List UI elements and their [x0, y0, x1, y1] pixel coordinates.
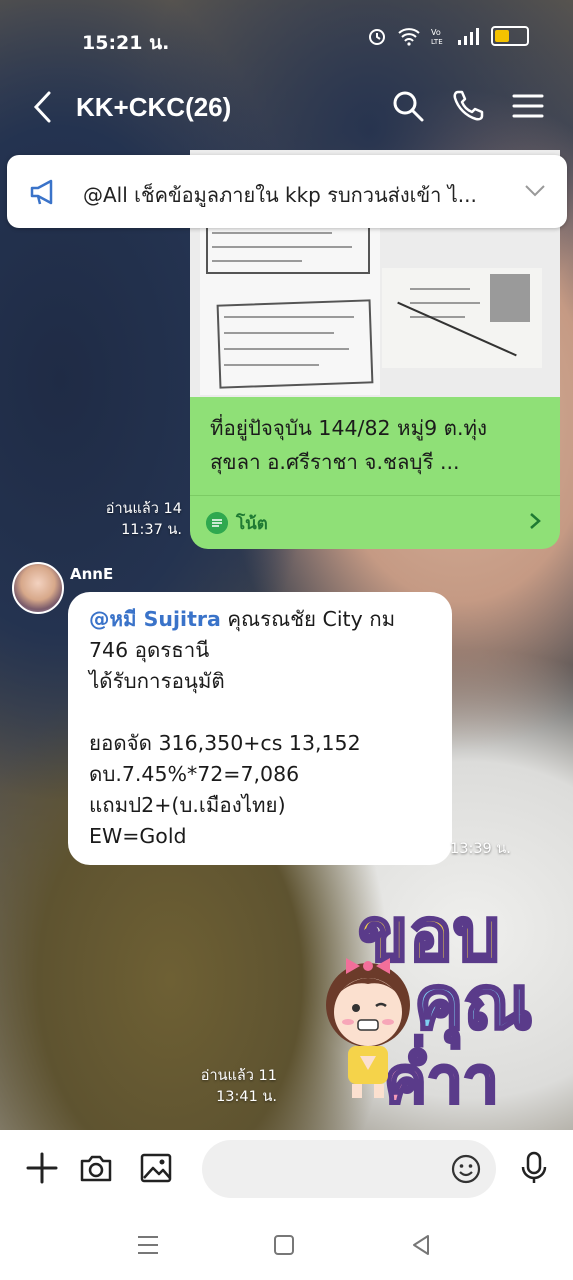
status-time: 15:21 น. — [82, 32, 170, 54]
note-text: ที่อยู่ปัจจุบัน 144/82 หมู่9 ต.ทุ่ง สุขล… — [210, 411, 550, 479]
sticker-word: ค่ำา — [384, 1035, 499, 1110]
divider — [190, 495, 560, 496]
note-line: สุขลา อ.ศรีราชา จ.ชลบุรี ... — [210, 450, 460, 474]
message-text-part: คุณรณชัย City กม — [220, 607, 396, 631]
mention-link[interactable]: @หมี Sujitra — [89, 607, 221, 631]
volte-icon: VoLTE — [431, 28, 443, 46]
status-icons: Vo LTE — [367, 26, 529, 46]
announcement-text: @All เช็คข้อมูลภายใน kkp รบกวนส่งเข้า ไ.… — [83, 183, 477, 207]
chevron-right-icon[interactable] — [528, 512, 542, 530]
note-icon — [206, 512, 228, 534]
message-input-bar — [0, 1130, 573, 1210]
message-bubble[interactable]: @หมี Sujitra คุณรณชัย City กม 746 อุดรธา… — [68, 592, 452, 865]
back-arrow-icon[interactable] — [30, 90, 56, 124]
search-icon[interactable] — [390, 88, 426, 124]
menu-icon[interactable] — [510, 88, 546, 124]
phone-icon[interactable] — [450, 88, 486, 124]
chevron-down-icon[interactable] — [523, 179, 547, 201]
message-time: 13:39 น. — [450, 841, 511, 857]
megaphone-icon — [30, 179, 53, 205]
image-icon[interactable] — [138, 1150, 174, 1186]
back-nav-icon[interactable] — [408, 1232, 434, 1258]
id-card-image — [382, 268, 542, 368]
message-line: EW=Gold — [89, 824, 187, 848]
note-meta: อ่านแล้ว 14 11:37 น. — [60, 499, 182, 541]
thank-you-sticker[interactable]: ขอบ คุณ ค่ำา — [296, 880, 564, 1110]
message-time: 13:41 น. — [216, 1089, 277, 1105]
avatar[interactable] — [12, 562, 64, 614]
camera-icon[interactable] — [78, 1150, 114, 1186]
alarm-icon — [369, 29, 385, 45]
status-bar: 15:21 น. Vo LTE — [0, 0, 573, 70]
sender-name: AnnE — [70, 565, 114, 583]
message-line: ได้รับการอนุมัติ — [89, 669, 225, 693]
message-input[interactable] — [202, 1140, 496, 1198]
announcement-bar[interactable]: @All เช็คข้อมูลภายใน kkp รบกวนส่งเข้า ไ.… — [7, 155, 567, 228]
plus-icon[interactable] — [24, 1150, 60, 1186]
emoji-icon[interactable] — [450, 1153, 482, 1185]
home-icon[interactable] — [271, 1232, 297, 1258]
note-message[interactable]: ที่อยู่ปัจจุบัน 144/82 หมู่9 ต.ทุ่ง สุขล… — [190, 397, 560, 549]
battery-icon — [491, 26, 529, 46]
read-receipt: อ่านแล้ว 11 — [200, 1068, 277, 1084]
microphone-icon[interactable] — [516, 1150, 552, 1186]
recent-apps-icon[interactable] — [135, 1232, 161, 1258]
chat-header: KK+CKC(26) — [0, 70, 573, 144]
note-line: ที่อยู่ปัจจุบัน 144/82 หมู่9 ต.ทุ่ง — [210, 416, 487, 440]
system-nav-bar — [0, 1210, 573, 1280]
read-receipt: อ่านแล้ว 14 — [105, 501, 182, 517]
svg-text:Vo: Vo — [431, 28, 441, 37]
sticker-word: คุณ — [414, 960, 532, 1049]
message-line: ดบ.7.45%*72=7,086 — [89, 762, 300, 786]
wifi-icon — [398, 28, 420, 46]
message-line: 746 อุดรธานี — [89, 638, 210, 662]
message-line: แถมป2+(บ.เมืองไทย) — [89, 793, 286, 817]
message-line: ยอดจัด 316,350+cs 13,152 — [89, 731, 361, 755]
sticker-meta: อ่านแล้ว 11 13:41 น. — [150, 1066, 277, 1108]
message-text: @หมี Sujitra คุณรณชัย City กม 746 อุดรธา… — [89, 604, 439, 852]
note-label: โน้ต — [236, 514, 268, 534]
chat-title[interactable]: KK+CKC(26) — [76, 92, 231, 123]
message-time: 11:37 น. — [121, 522, 182, 538]
svg-text:LTE: LTE — [431, 38, 443, 46]
message-line: @หมี Sujitra คุณรณชัย City กม — [89, 604, 439, 635]
signal-icon — [458, 28, 479, 45]
